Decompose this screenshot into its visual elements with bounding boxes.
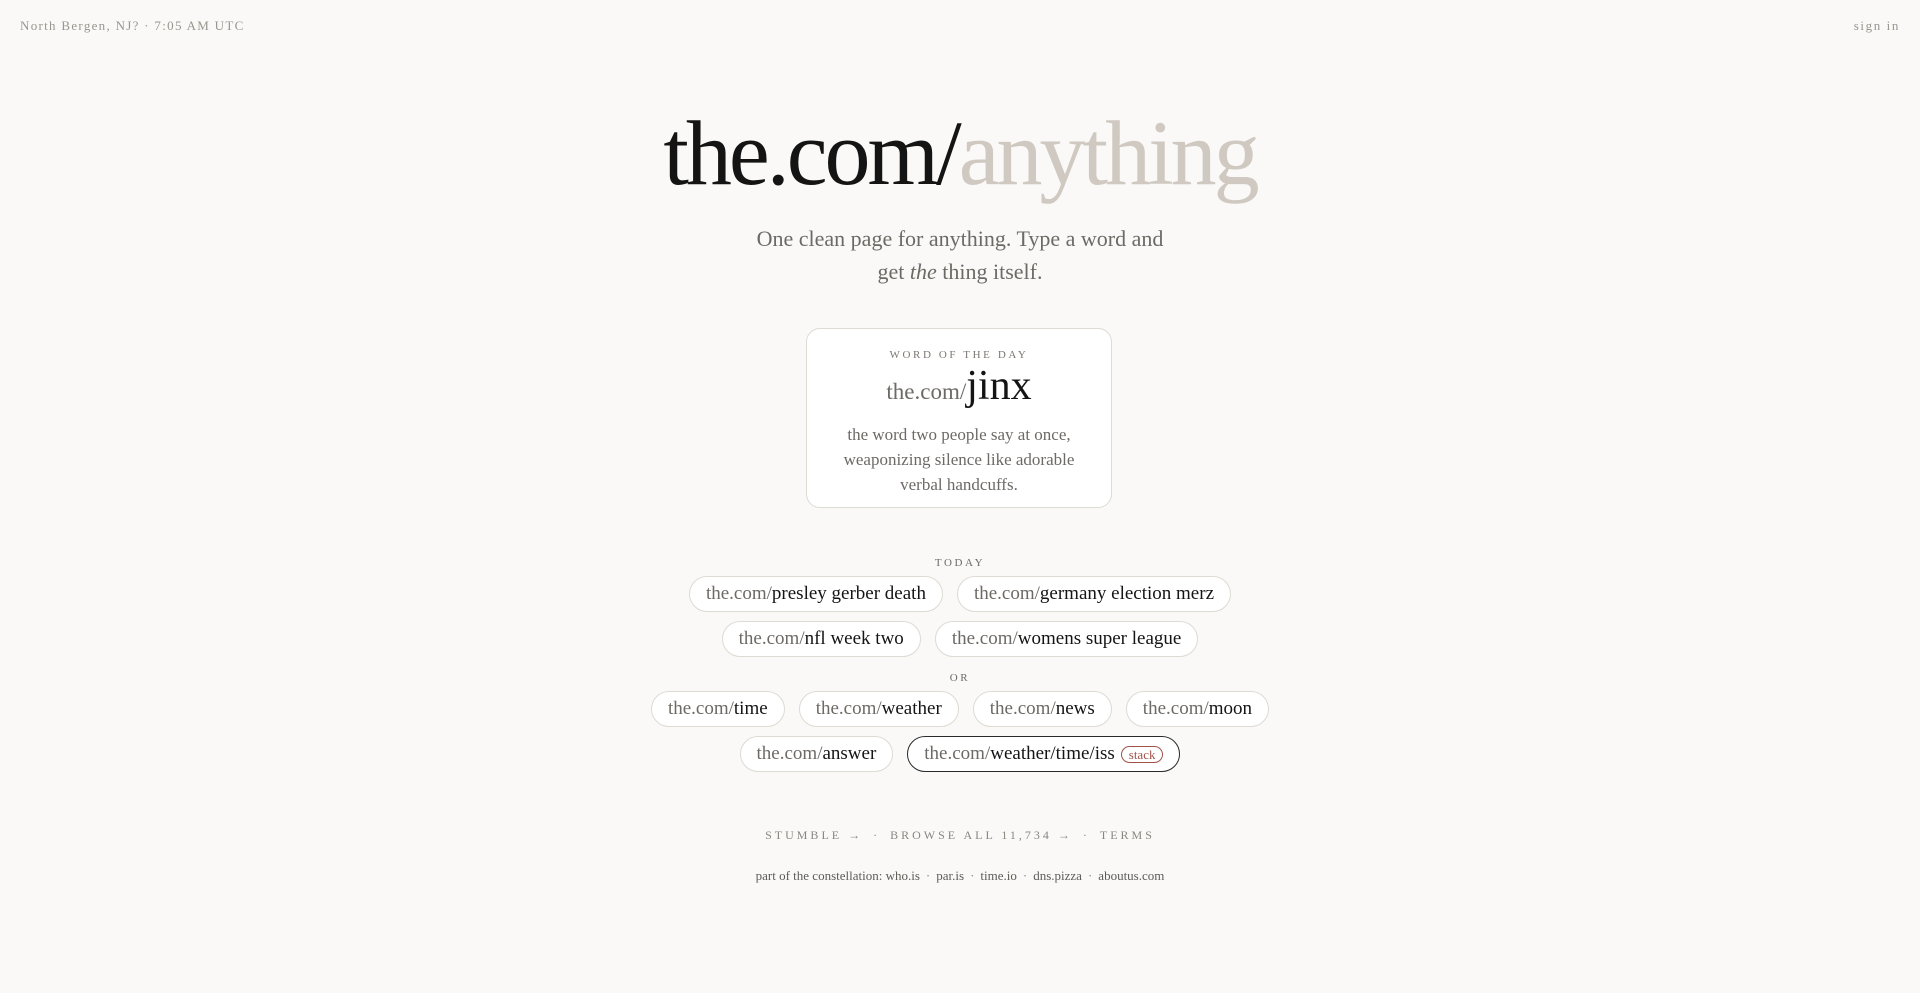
link-slug: news — [1055, 698, 1095, 719]
terms-link[interactable]: TERMS — [1100, 828, 1155, 842]
top-bar: North Bergen, NJ? · 7:05 AM UTC sign in — [20, 18, 1900, 38]
link-slug: nfl week two — [804, 628, 904, 649]
or-row-1: the.com/time the.com/weather the.com/new… — [0, 691, 1920, 727]
link-slug: womens super league — [1017, 628, 1182, 649]
hero-prefix: the.com/ — [663, 102, 961, 204]
link-slug: answer — [822, 743, 877, 764]
link-aboutus-com[interactable]: aboutus.com — [1098, 868, 1164, 883]
link-time-io[interactable]: time.io — [980, 868, 1016, 883]
tagline: One clean page for anything. Type a word… — [0, 222, 1920, 288]
stack-badge: stack — [1120, 745, 1164, 763]
link-weather-time-iss-stack[interactable]: the.com/weather/time/iss stack — [907, 736, 1181, 772]
link-slug: weather — [881, 698, 942, 719]
link-prefix: the.com/ — [756, 743, 823, 764]
today-link-germany-election-merz[interactable]: the.com/germany election merz — [956, 576, 1232, 612]
word-of-the-day-link[interactable]: the.com/jinx — [807, 363, 1111, 418]
link-prefix: the.com/ — [951, 628, 1018, 649]
word-of-the-day-card[interactable]: WORD OF THE DAY the.com/jinx the word tw… — [806, 328, 1112, 508]
word-of-the-day-label: WORD OF THE DAY — [889, 349, 1029, 361]
word-of-the-day-word: jinx — [966, 363, 1032, 409]
link-slug: presley gerber death — [771, 583, 926, 604]
or-row-2: the.com/answer the.com/weather/time/iss s… — [0, 736, 1920, 772]
link-prefix: the.com/ — [973, 583, 1040, 604]
word-prefix: the.com/ — [886, 379, 967, 404]
footer-separator: · — [873, 828, 881, 842]
link-slug: moon — [1208, 698, 1253, 719]
constellation-label: part of the constellation: — [755, 868, 883, 883]
link-prefix: the.com/ — [924, 743, 991, 764]
link-prefix: the.com/ — [667, 698, 734, 719]
today-link-nfl-week-two[interactable]: the.com/nfl week two — [721, 621, 921, 657]
constellation-separator: · — [1087, 868, 1093, 883]
stumble-link[interactable]: STUMBLE → — [765, 828, 863, 842]
constellation-separator: · — [1022, 868, 1028, 883]
or-label: OR — [949, 672, 971, 684]
today-label: TODAY — [934, 557, 986, 569]
hero-suffix: anything — [958, 102, 1260, 204]
link-par-is[interactable]: par.is — [936, 868, 964, 883]
today-link-presley-gerber-death[interactable]: the.com/presley gerber death — [688, 576, 943, 612]
today-row-1: the.com/presley gerber death the.com/ger… — [0, 576, 1920, 612]
tagline-emphasis: the — [909, 259, 937, 284]
link-slug: weather/time/iss — [990, 743, 1115, 764]
location-time: North Bergen, NJ? · 7:05 AM UTC — [20, 18, 245, 33]
tagline-line-2-start: get — [877, 259, 910, 284]
link-slug: germany election merz — [1039, 583, 1215, 604]
constellation-separator: · — [970, 868, 975, 883]
link-weather[interactable]: the.com/weather — [798, 691, 959, 727]
browse-all-link[interactable]: BROWSE ALL 11,734 → — [890, 828, 1073, 842]
constellation-links: part of the constellation: who.is · par.is… — [0, 868, 1920, 884]
today-row-2: the.com/nfl week two the.com/womens supe… — [0, 621, 1920, 657]
link-prefix: the.com/ — [738, 628, 805, 649]
tagline-line-2: get the thing itself. — [0, 255, 1920, 288]
tagline-line-2-end: thing itself. — [936, 259, 1043, 284]
constellation-separator: · — [925, 868, 931, 883]
link-news[interactable]: the.com/news — [972, 691, 1112, 727]
link-moon[interactable]: the.com/moon — [1125, 691, 1270, 727]
link-slug: time — [733, 698, 768, 719]
link-time[interactable]: the.com/time — [650, 691, 785, 727]
link-prefix: the.com/ — [815, 698, 882, 719]
link-who-is[interactable]: who.is — [886, 868, 920, 883]
link-prefix: the.com/ — [1142, 698, 1209, 719]
word-definition: the word two people say at once, weaponi… — [843, 425, 1075, 494]
hero-title: the.com/anything — [0, 98, 1920, 208]
link-answer[interactable]: the.com/answer — [739, 736, 894, 772]
footer-nav: STUMBLE → · BROWSE ALL 11,734 → · TERMS — [0, 828, 1920, 843]
today-link-womens-super-league[interactable]: the.com/womens super league — [934, 621, 1199, 657]
sign-in-link[interactable]: sign in — [1854, 18, 1900, 34]
link-prefix: the.com/ — [989, 698, 1056, 719]
tagline-line-1: One clean page for anything. Type a word… — [756, 226, 1164, 251]
footer-separator: · — [1082, 828, 1090, 842]
link-dns-pizza[interactable]: dns.pizza — [1033, 868, 1082, 883]
link-prefix: the.com/ — [705, 583, 772, 604]
